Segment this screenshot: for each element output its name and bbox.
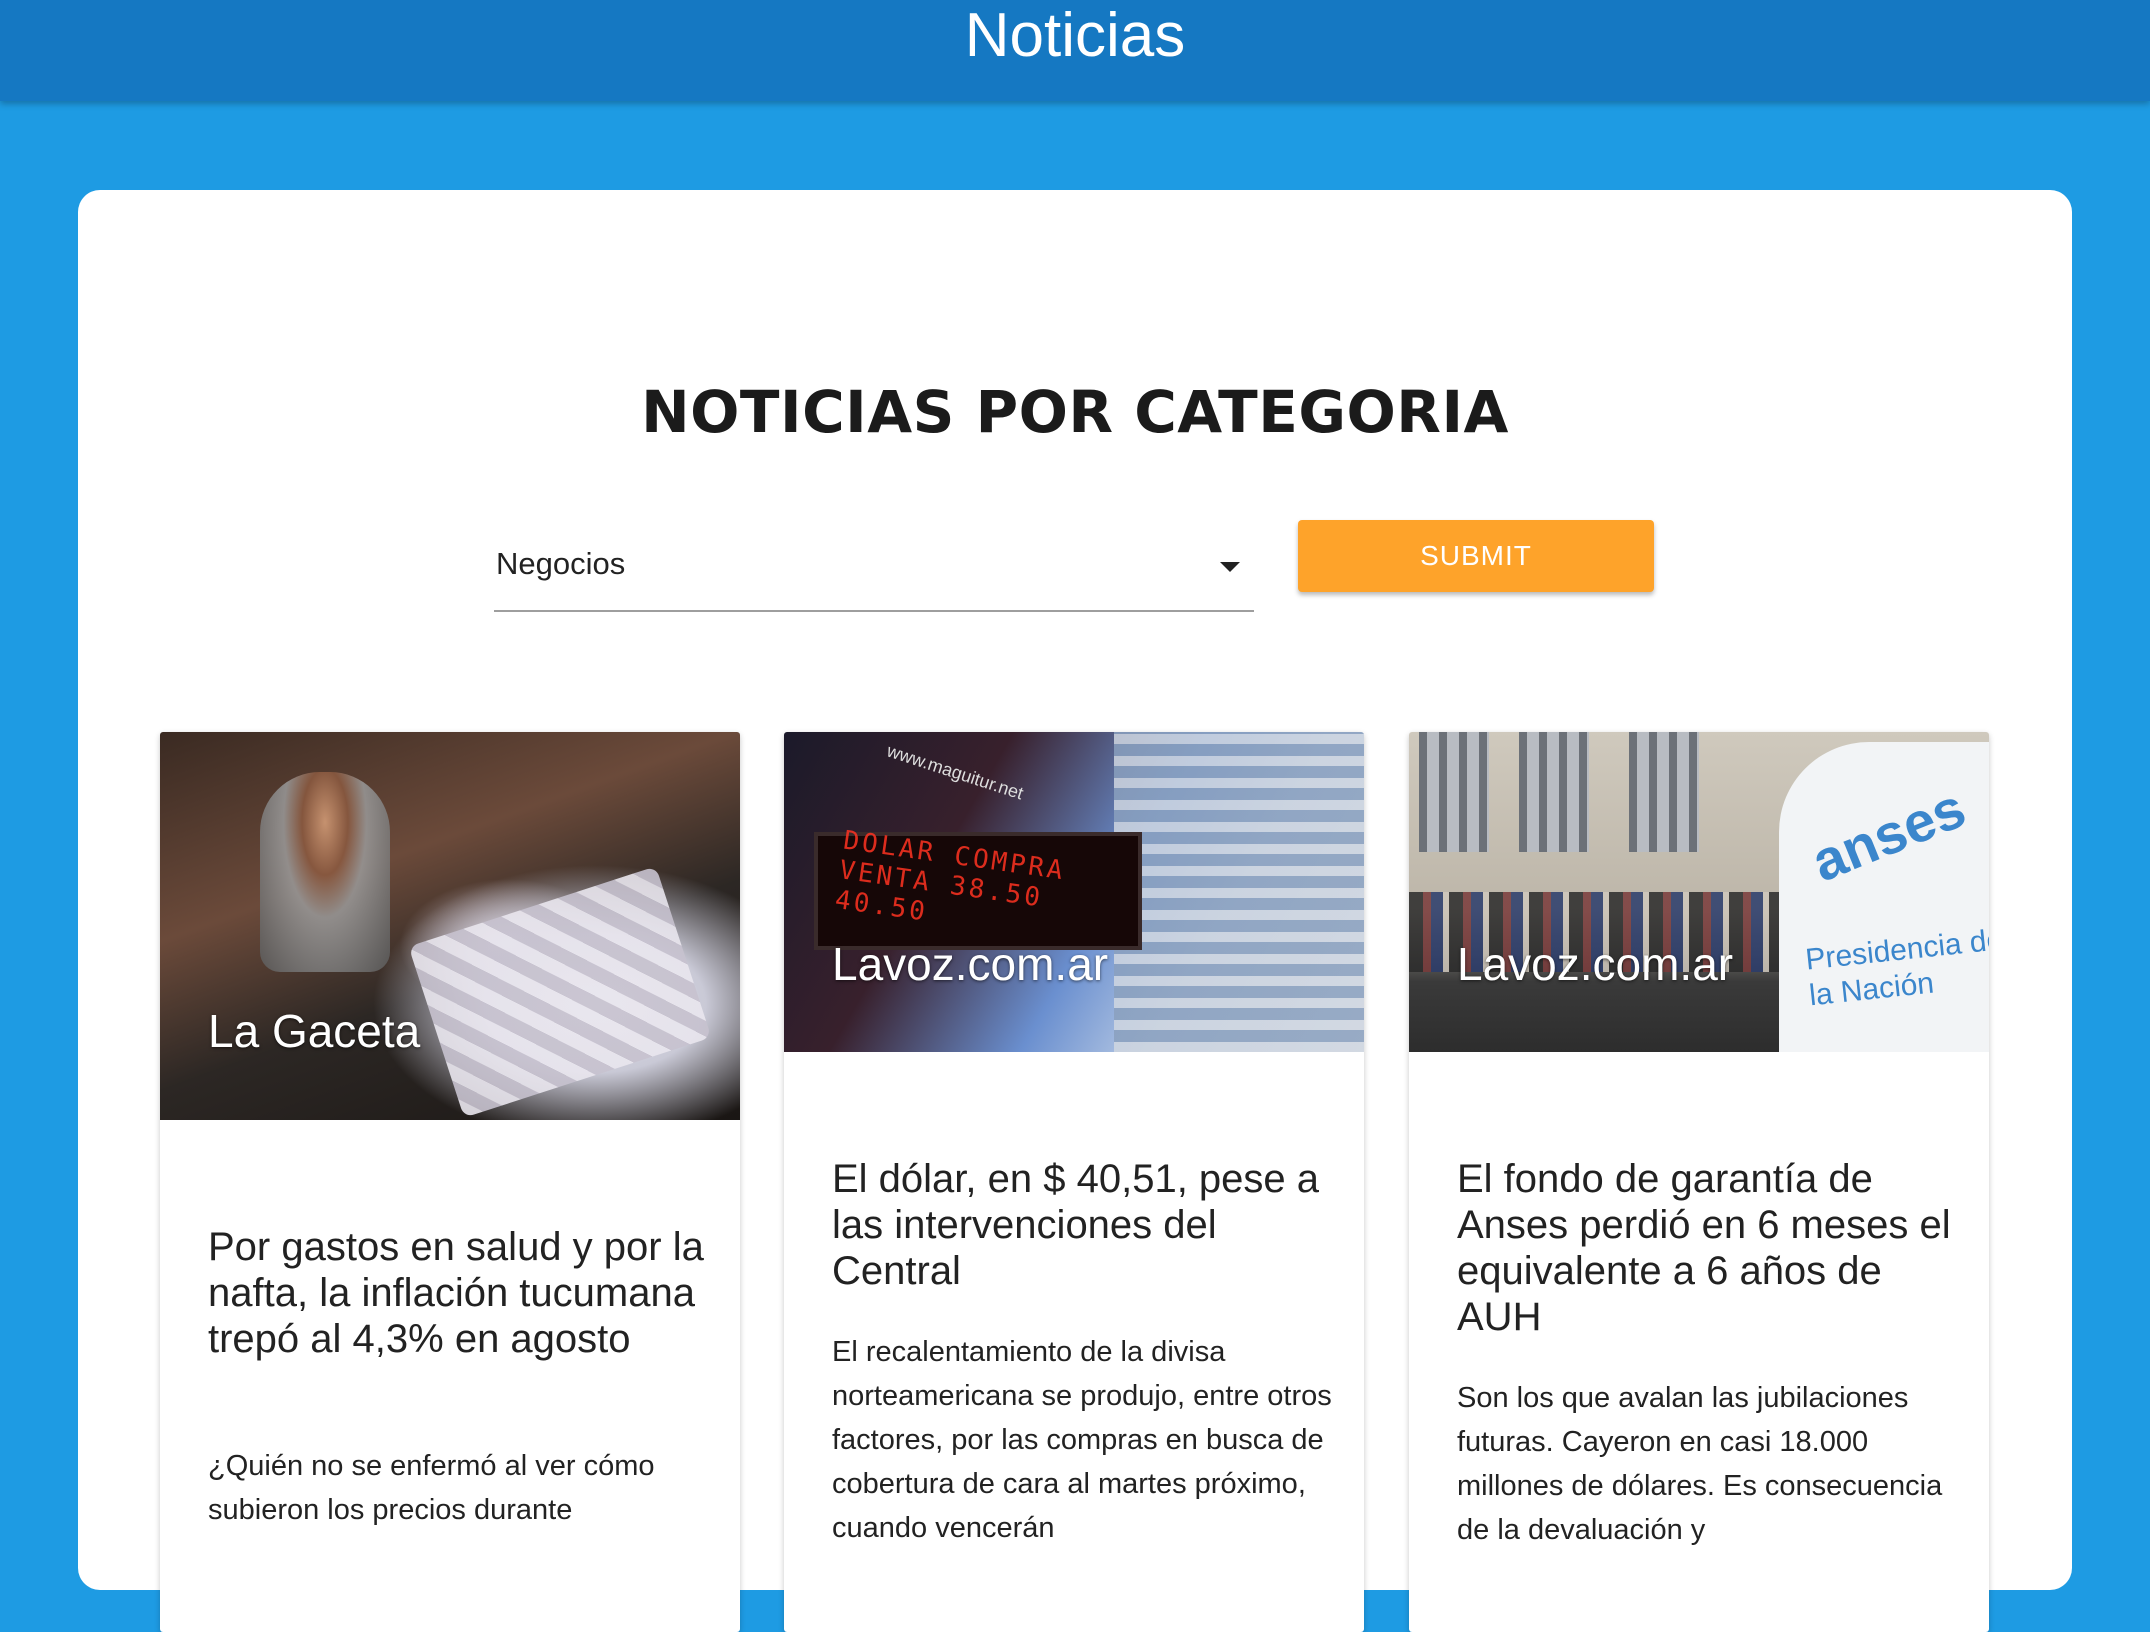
news-card-image[interactable]: DOLAR COMPRA VENTA 38.50 40.50 www.magui… <box>784 732 1364 1052</box>
sign-url-text: www.maguitur.net <box>884 740 1026 804</box>
news-card-source: La Gaceta <box>208 1005 421 1057</box>
category-select[interactable]: Negocios <box>494 530 1254 612</box>
submit-button[interactable]: SUBMIT <box>1298 520 1654 592</box>
app-title: Noticias <box>964 1 1186 70</box>
news-card-headline[interactable]: Por gastos en salud y por la nafta, la i… <box>208 1224 708 1362</box>
news-card-image[interactable]: La Gaceta <box>160 732 740 1120</box>
van-text: Presidencia de la Nación <box>1803 923 1989 1013</box>
news-card[interactable]: anses Presidencia de la Nación Lavoz.com… <box>1409 732 1989 1632</box>
page-heading: NOTICIAS POR CATEGORIA <box>641 378 1509 446</box>
category-select-value: Negocios <box>496 546 626 581</box>
app-header: Noticias <box>0 0 2150 101</box>
news-card-source: Lavoz.com.ar <box>832 938 1109 990</box>
news-card-summary: Son los que avalan las jubilaciones futu… <box>1457 1382 1943 1546</box>
chevron-down-icon <box>1220 562 1240 572</box>
building-facade <box>1114 732 1364 1052</box>
news-card-source: Lavoz.com.ar <box>1457 938 1734 990</box>
pharmacist-figure <box>260 772 390 972</box>
anses-van: anses Presidencia de la Nación <box>1779 742 1989 1052</box>
news-card-headline[interactable]: El dólar, en $ 40,51, pese a las interve… <box>832 1156 1332 1294</box>
building-window <box>1519 732 1589 852</box>
news-card-image[interactable]: anses Presidencia de la Nación Lavoz.com… <box>1409 732 1989 1052</box>
building-window <box>1629 732 1699 852</box>
pill-blister-packs <box>408 866 712 1118</box>
news-card-summary: El recalentamiento de la divisa norteame… <box>832 1336 1332 1544</box>
anses-logo: anses <box>1802 775 1974 894</box>
news-card-summary: ¿Quién no se enfermó al ver cómo subiero… <box>208 1450 655 1526</box>
news-card[interactable]: La Gaceta Por gastos en salud y por la n… <box>160 732 740 1632</box>
news-card[interactable]: DOLAR COMPRA VENTA 38.50 40.50 www.magui… <box>784 732 1364 1632</box>
exchange-rate-board: DOLAR COMPRA VENTA 38.50 40.50 <box>814 826 1142 950</box>
building-window <box>1419 732 1489 852</box>
news-card-headline[interactable]: El fondo de garantía de Anses perdió en … <box>1457 1156 1957 1340</box>
